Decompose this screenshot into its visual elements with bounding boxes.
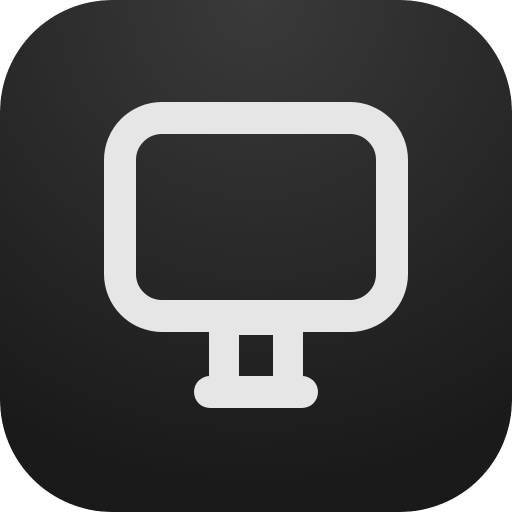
app-icon[interactable] — [0, 0, 512, 512]
app-icon-background — [0, 0, 512, 512]
app-icon-graphic — [0, 0, 512, 512]
